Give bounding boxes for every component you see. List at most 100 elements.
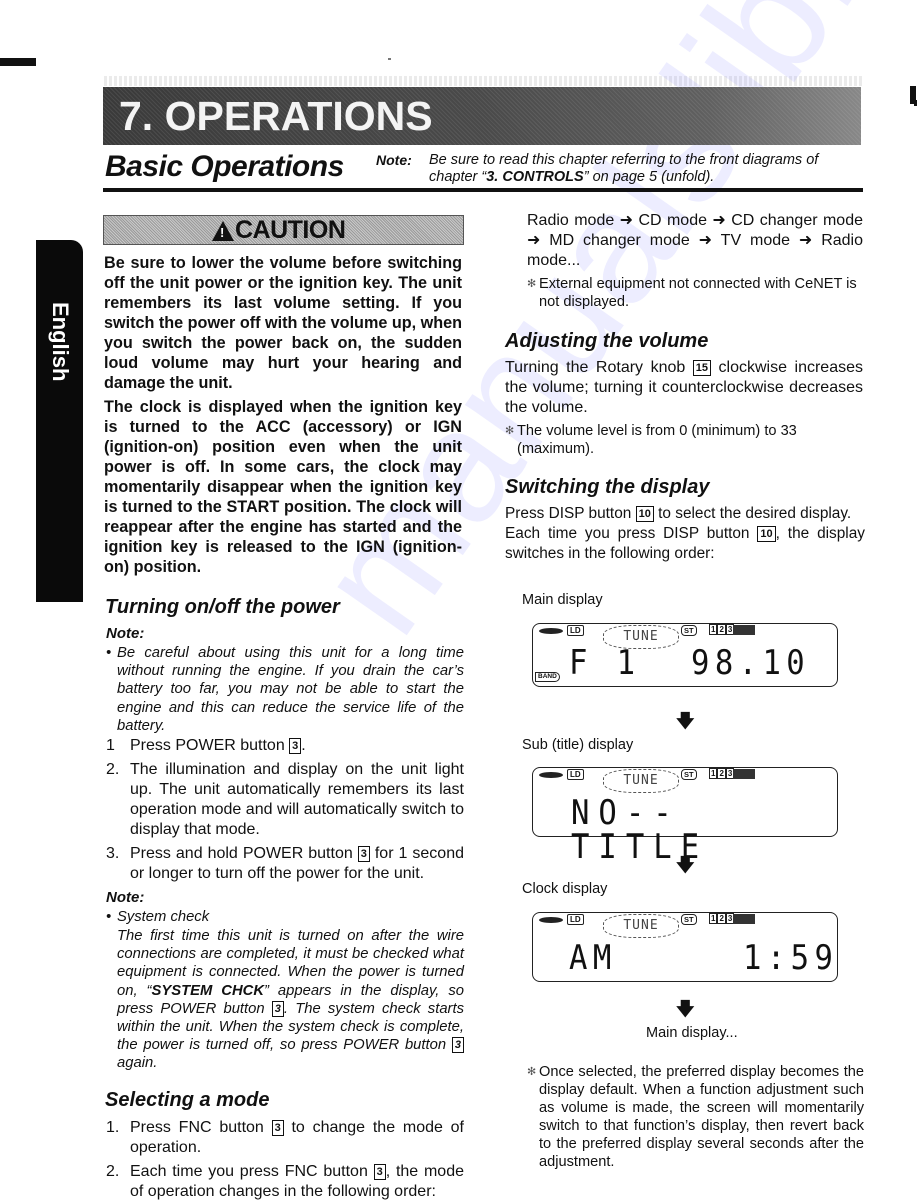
step-text-part: Press POWER button: [130, 737, 290, 754]
display-section-title: Switching the display: [505, 476, 710, 498]
power-section-title: Turning on/off the power: [105, 596, 340, 618]
crop-mark: [0, 58, 36, 66]
preset-indicator: 123: [709, 913, 735, 924]
tune-indicator: TUNE: [603, 914, 679, 938]
display-footnote: ✻ Once selected, the preferred display b…: [527, 1063, 864, 1171]
equalizer-icon: [733, 625, 755, 635]
stereo-indicator: ST: [681, 769, 697, 780]
lcd-sub-display: LD TUNE ST 123 NO--TITLE: [532, 767, 838, 864]
volume-footnote: ✻ The volume level is from 0 (minimum) t…: [505, 422, 863, 458]
arrow-down-icon: 🡇: [676, 855, 695, 875]
section-note-label: Note:: [376, 152, 412, 168]
disc-icon: [539, 772, 563, 778]
clock-paragraph: The clock is displayed when the ignition…: [104, 398, 462, 576]
preset-2: 2: [717, 624, 726, 635]
equalizer-icon: [733, 914, 755, 924]
tune-indicator: TUNE: [603, 769, 679, 793]
system-check-text: The first time this unit is turned on af…: [117, 927, 464, 1073]
bullet: •: [106, 909, 112, 925]
mode-step: 2. Each time you press FNC button 3, the…: [106, 1162, 464, 1202]
system-check-bullet: • System check: [106, 908, 464, 926]
lcd-left-text: F 1: [569, 643, 641, 683]
button-ref-badge: 3: [451, 1037, 464, 1054]
stereo-indicator: ST: [681, 914, 697, 925]
footnote-text: External equipment not connected with Ce…: [539, 276, 857, 310]
bullet: •: [106, 645, 112, 661]
end-caption: Main display...: [646, 1025, 738, 1041]
caution-heading: ! CAUTION: [212, 216, 346, 245]
lcd-main-display: LD TUNE ST 123 BAND F 1 98.10: [532, 623, 838, 687]
chapter-header-bar: 7. OPERATIONS: [103, 87, 861, 145]
asterisk-icon: ✻: [505, 425, 515, 437]
power-step: 1 Press POWER button 3.: [106, 736, 464, 756]
system-chck-label: SYSTEM CHCK: [151, 982, 265, 999]
loud-indicator: LD: [567, 769, 584, 780]
main-display-caption: Main display: [522, 592, 603, 608]
footnote-text: The volume level is from 0 (minimum) to …: [517, 423, 797, 457]
display-text-part: Press DISP button: [505, 505, 636, 522]
mode-step: 1. Press FNC button 3 to change the mode…: [106, 1118, 464, 1158]
scan-band: [104, 76, 864, 86]
loud-indicator: LD: [567, 625, 584, 636]
system-check-title: System check: [117, 909, 210, 925]
button-ref-badge: 3: [271, 1120, 284, 1136]
step-text: Press POWER button 3.: [130, 736, 464, 756]
display-text-part: Each time you press DISP button: [505, 525, 758, 542]
lcd-am-pm: AM: [569, 938, 617, 978]
warning-triangle-icon: !: [212, 220, 234, 241]
caution-paragraph: Be sure to lower the volume before switc…: [104, 254, 462, 392]
volume-text-part: Turning the Rotary knob: [505, 359, 693, 376]
stereo-indicator: ST: [681, 625, 697, 636]
button-ref-badge: 3: [289, 738, 302, 754]
power-note-label: Note:: [106, 625, 145, 642]
power-step: 2. The illumination and display on the u…: [106, 760, 464, 840]
chapter-title: 7. OPERATIONS: [119, 93, 433, 139]
language-tab: English: [36, 240, 83, 602]
asterisk-icon: ✻: [527, 278, 537, 290]
sub-display-caption: Sub (title) display: [522, 737, 634, 753]
system-check-note-label: Note:: [106, 889, 145, 906]
power-note-bullet: • Be careful about using this unit for a…: [106, 644, 464, 735]
note-text-bold: 3. CONTROLS: [486, 169, 584, 185]
power-steps: 1 Press POWER button 3. 2. The illuminat…: [106, 736, 464, 884]
note-text-part: again.: [117, 1055, 158, 1072]
button-ref-badge: 10: [757, 526, 776, 542]
step-text-part: Press FNC button: [130, 1119, 272, 1136]
volume-section-title: Adjusting the volume: [505, 330, 709, 352]
asterisk-icon: ✻: [527, 1066, 537, 1078]
preset-2: 2: [717, 913, 726, 924]
mode-steps: 1. Press FNC button 3 to change the mode…: [106, 1118, 464, 1202]
caution-label: CAUTION: [235, 216, 346, 244]
volume-text: Turning the Rotary knob 15 clockwise inc…: [505, 358, 863, 418]
display-text: Press DISP button 10 to select the desir…: [505, 504, 865, 564]
crop-mark: [914, 100, 917, 106]
display-text-line1: Press DISP button 10 to select the desir…: [505, 504, 865, 524]
mode-section-title: Selecting a mode: [105, 1089, 270, 1111]
caution-banner: ! CAUTION: [103, 215, 464, 245]
arrow-down-icon: 🡇: [676, 999, 695, 1019]
step-text-part: .: [301, 737, 306, 754]
step-text-part: Each time you press FNC button: [130, 1163, 374, 1180]
step-number: 3.: [106, 845, 120, 862]
step-number: 2.: [106, 1163, 120, 1180]
step-text-part: Press and hold POWER button: [130, 845, 358, 862]
preset-indicator: 123: [709, 624, 735, 635]
button-ref-badge: 10: [635, 506, 654, 522]
loud-indicator: LD: [567, 914, 584, 925]
mode-order-text: Radio mode ➜ CD mode ➜ CD changer mode ➜…: [527, 212, 863, 269]
section-rule: [103, 188, 863, 192]
preset-indicator: 123: [709, 768, 735, 779]
step-text: Press and hold POWER button 3 for 1 seco…: [130, 844, 464, 884]
power-note-text: Be careful about using this unit for a l…: [117, 645, 464, 734]
button-ref-badge: 15: [692, 360, 712, 376]
step-number: 1: [106, 737, 115, 754]
disc-icon: [539, 917, 563, 923]
preset-2: 2: [717, 768, 726, 779]
footnote-text: Once selected, the preferred display bec…: [539, 1064, 864, 1170]
lcd-clock-display: LD TUNE ST 123 AM 1:59: [532, 912, 838, 982]
step-text: Press FNC button 3 to change the mode of…: [130, 1118, 464, 1158]
lcd-frequency: 98.10: [691, 643, 811, 683]
step-text: Each time you press FNC button 3, the mo…: [130, 1162, 464, 1202]
section-note-text: Be sure to read this chapter referring t…: [429, 152, 869, 186]
equalizer-icon: [733, 769, 755, 779]
